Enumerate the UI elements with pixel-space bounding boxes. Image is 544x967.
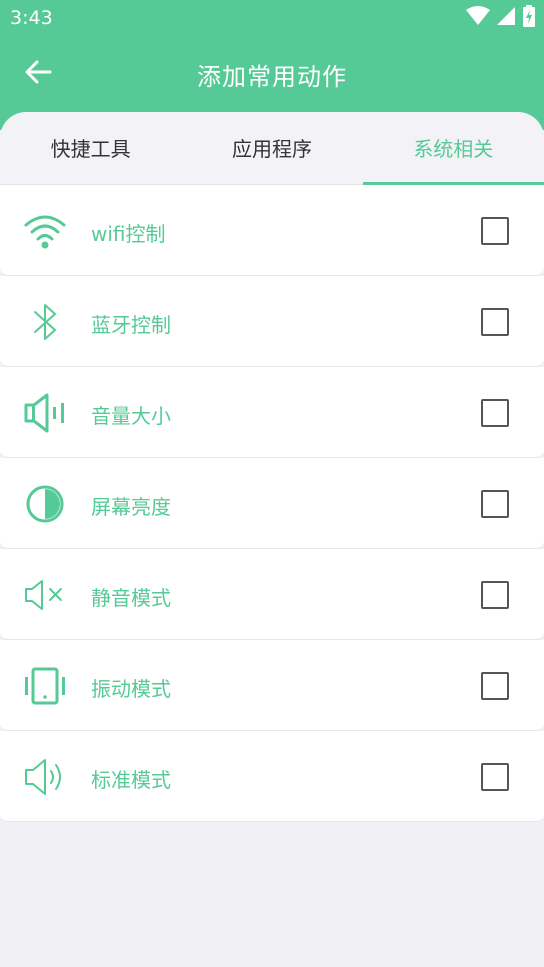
status-bar: 3:43 <box>0 0 544 38</box>
battery-charging-icon <box>522 5 536 31</box>
checkbox-mute[interactable] <box>481 581 509 609</box>
signal-icon <box>496 6 516 30</box>
wifi-icon <box>466 6 490 30</box>
checkbox-standard-mode[interactable] <box>481 763 509 791</box>
brightness-icon <box>22 482 68 526</box>
checkbox-brightness[interactable] <box>481 490 509 518</box>
list-item-mute[interactable]: 静音模式 <box>0 549 544 640</box>
list-item-label: 蓝牙控制 <box>91 313 171 337</box>
list-item-vibrate[interactable]: 振动模式 <box>0 640 544 731</box>
mute-icon <box>22 573 68 617</box>
tab-shortcut-tools[interactable]: 快捷工具 <box>0 112 181 184</box>
tab-applications[interactable]: 应用程序 <box>181 112 362 184</box>
status-icons <box>466 5 536 31</box>
list-item-volume[interactable]: 音量大小 <box>0 367 544 458</box>
list-item-label: 标准模式 <box>91 768 171 792</box>
action-list: wifi控制 蓝牙控制 音量大小 屏幕亮度 静音模式 振动模式 标准模式 <box>0 185 544 822</box>
wifi-icon <box>22 209 68 253</box>
list-item-wifi[interactable]: wifi控制 <box>0 185 544 276</box>
page-title: 添加常用动作 <box>197 63 347 91</box>
status-time: 3:43 <box>10 7 53 29</box>
list-item-label: 静音模式 <box>91 586 171 610</box>
list-item-standard-mode[interactable]: 标准模式 <box>0 731 544 822</box>
checkbox-wifi[interactable] <box>481 217 509 245</box>
volume-icon <box>22 391 68 435</box>
checkbox-vibrate[interactable] <box>481 672 509 700</box>
checkbox-bluetooth[interactable] <box>481 308 509 336</box>
list-item-label: 音量大小 <box>91 404 171 428</box>
checkbox-volume[interactable] <box>481 399 509 427</box>
list-item-label: 振动模式 <box>91 677 171 701</box>
sound-on-icon <box>22 755 68 799</box>
list-item-brightness[interactable]: 屏幕亮度 <box>0 458 544 549</box>
toolbar: 添加常用动作 <box>0 38 544 112</box>
list-item-label: 屏幕亮度 <box>91 495 171 519</box>
list-item-label: wifi控制 <box>91 222 166 246</box>
tab-bar: 快捷工具 应用程序 系统相关 <box>0 112 544 185</box>
list-item-bluetooth[interactable]: 蓝牙控制 <box>0 276 544 367</box>
tab-system[interactable]: 系统相关 <box>362 112 544 185</box>
app-header: 3:43 添加常用动作 <box>0 0 544 130</box>
vibrate-icon <box>22 664 68 708</box>
bluetooth-icon <box>22 300 68 344</box>
